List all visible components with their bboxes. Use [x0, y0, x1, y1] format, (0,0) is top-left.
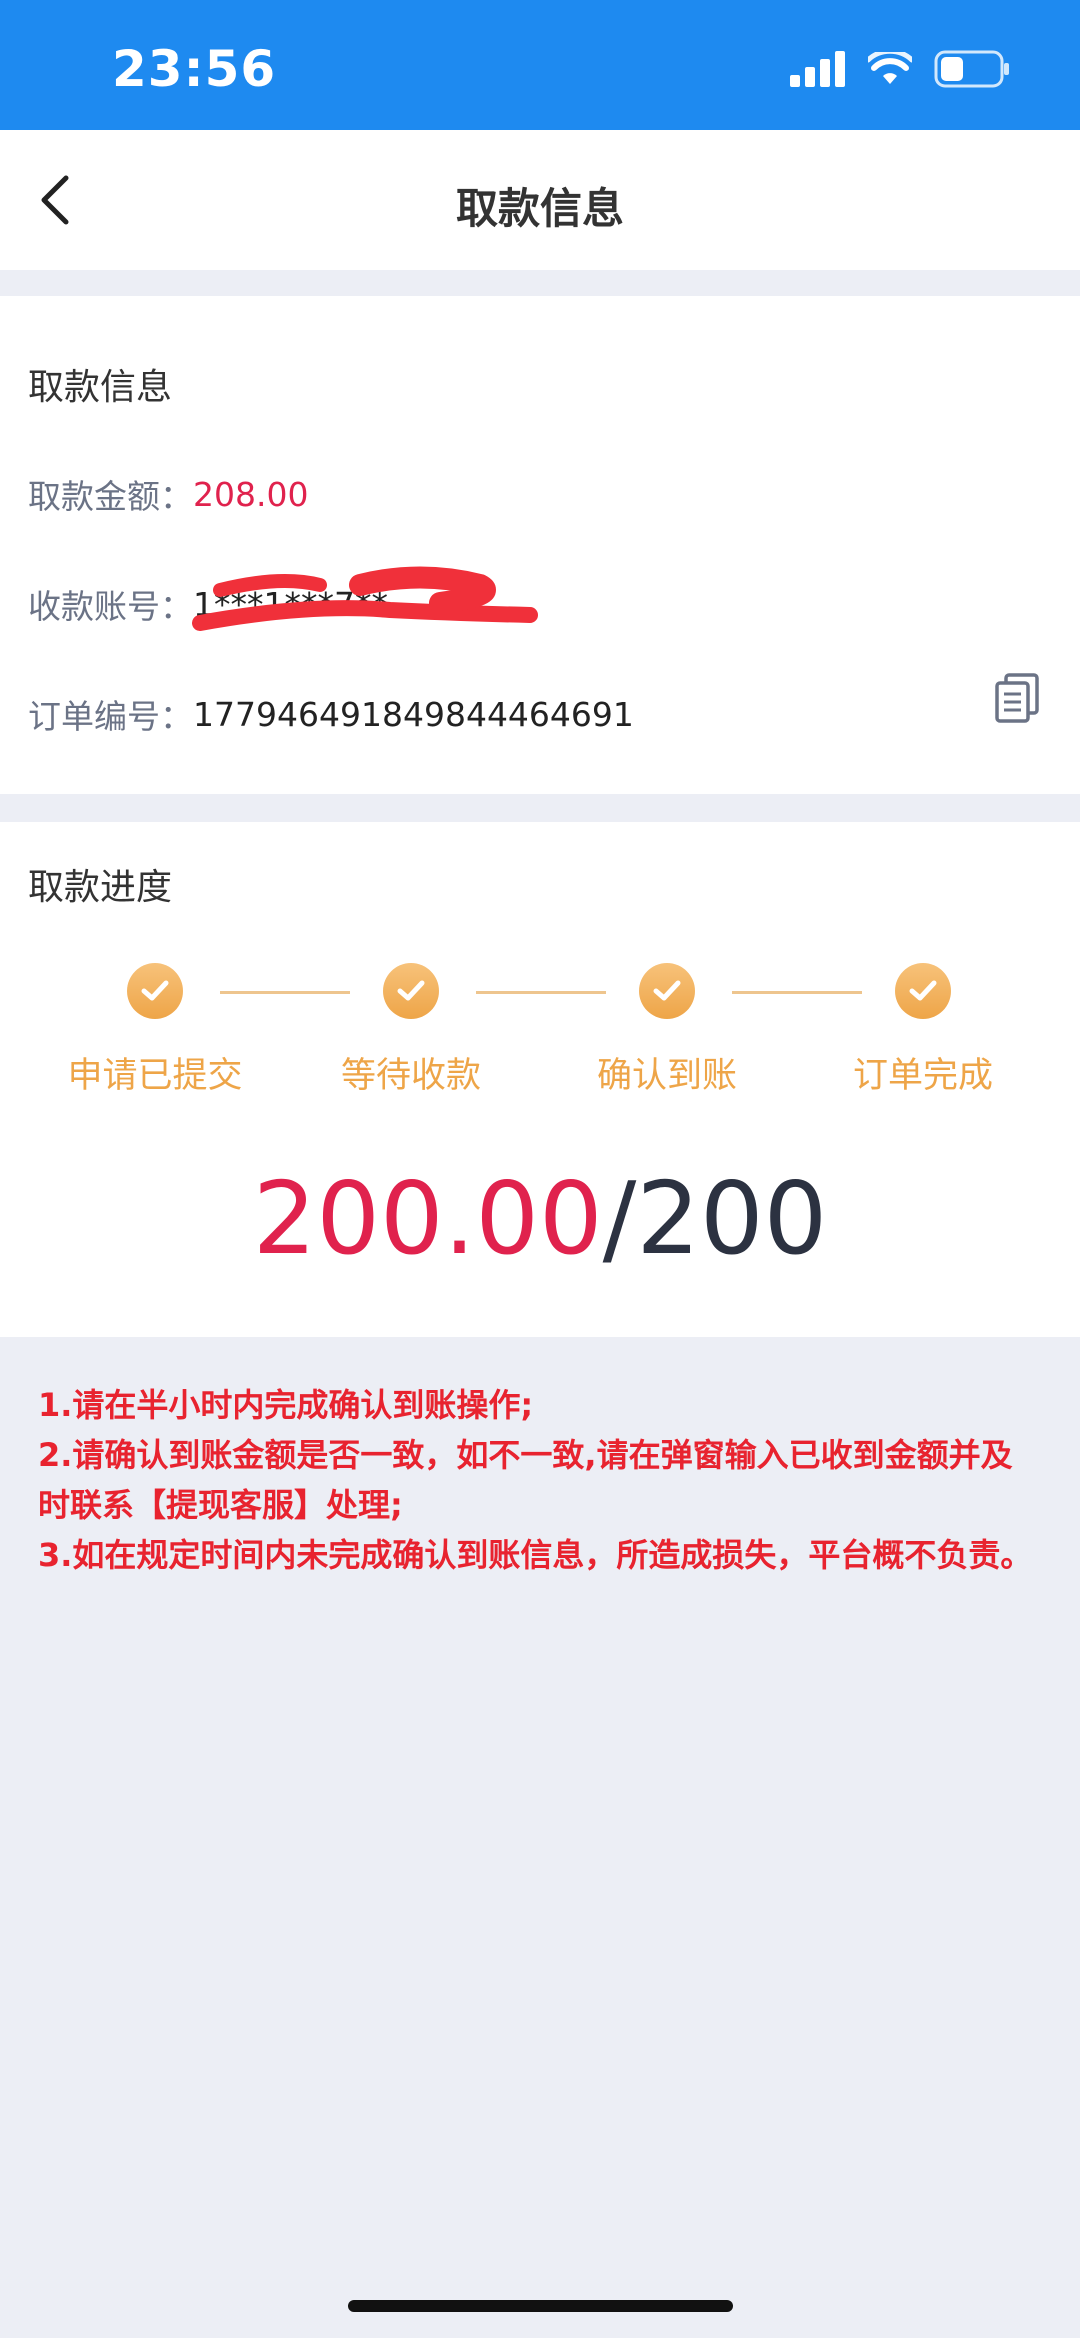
progress-steps: 申请已提交 等待收款 确认到账 订单完成	[0, 955, 1080, 1098]
step-label: 订单完成	[852, 1056, 993, 1096]
notice-text: 1.请在半小时内完成确认到账操作; 2.请确认到账金额是否一致，如不一致,请在弹…	[38, 1380, 1038, 1580]
amount-value: 208.00	[193, 474, 309, 514]
received-value: 200.00	[252, 1160, 603, 1277]
status-time: 23:56	[112, 40, 277, 98]
page-title: 取款信息	[455, 184, 624, 233]
notice-line: 2.请确认到账金额是否一致，如不一致,请在弹窗输入已收到金额并及时联系【提现客服…	[38, 1436, 1013, 1524]
progress-section-title: 取款进度	[28, 867, 173, 908]
check-icon	[895, 963, 951, 1019]
received-amount: 200.00/200	[0, 1160, 1080, 1277]
step-submitted: 申请已提交	[45, 955, 265, 1098]
battery-icon	[934, 50, 1009, 88]
signal-icon	[790, 51, 845, 87]
status-bar: 23:56	[0, 0, 1080, 130]
total-value: 200	[636, 1160, 828, 1277]
notice-line: 3.如在规定时间内未完成确认到账信息，所造成损失，平台概不负责。	[38, 1536, 1033, 1574]
step-label: 等待收款	[340, 1056, 481, 1096]
step-complete: 订单完成	[813, 955, 1033, 1098]
wifi-icon	[868, 52, 912, 84]
order-value: 177946491849844464691	[193, 694, 634, 734]
status-icons	[790, 50, 1010, 88]
home-indicator[interactable]	[348, 2300, 733, 2312]
step-waiting: 等待收款	[301, 955, 521, 1098]
amount-row: 取款金额： 208.00	[28, 470, 308, 518]
account-label: 收款账号：	[28, 587, 193, 626]
amount-separator: /	[602, 1160, 637, 1277]
info-section-title: 取款信息	[28, 367, 173, 408]
step-confirm: 确认到账	[557, 955, 777, 1098]
redaction-scribble	[192, 566, 538, 631]
step-label: 确认到账	[596, 1056, 737, 1096]
order-row: 订单编号： 177946491849844464691	[28, 690, 634, 738]
check-icon	[383, 963, 439, 1019]
copy-icon[interactable]	[994, 672, 1040, 724]
nav-bar: 取款信息	[0, 130, 1080, 270]
amount-label: 取款金额：	[28, 477, 193, 516]
check-icon	[127, 963, 183, 1019]
step-label: 申请已提交	[67, 1056, 243, 1096]
check-icon	[639, 963, 695, 1019]
order-label: 订单编号：	[28, 697, 193, 736]
notice-line: 1.请在半小时内完成确认到账操作;	[38, 1386, 534, 1424]
